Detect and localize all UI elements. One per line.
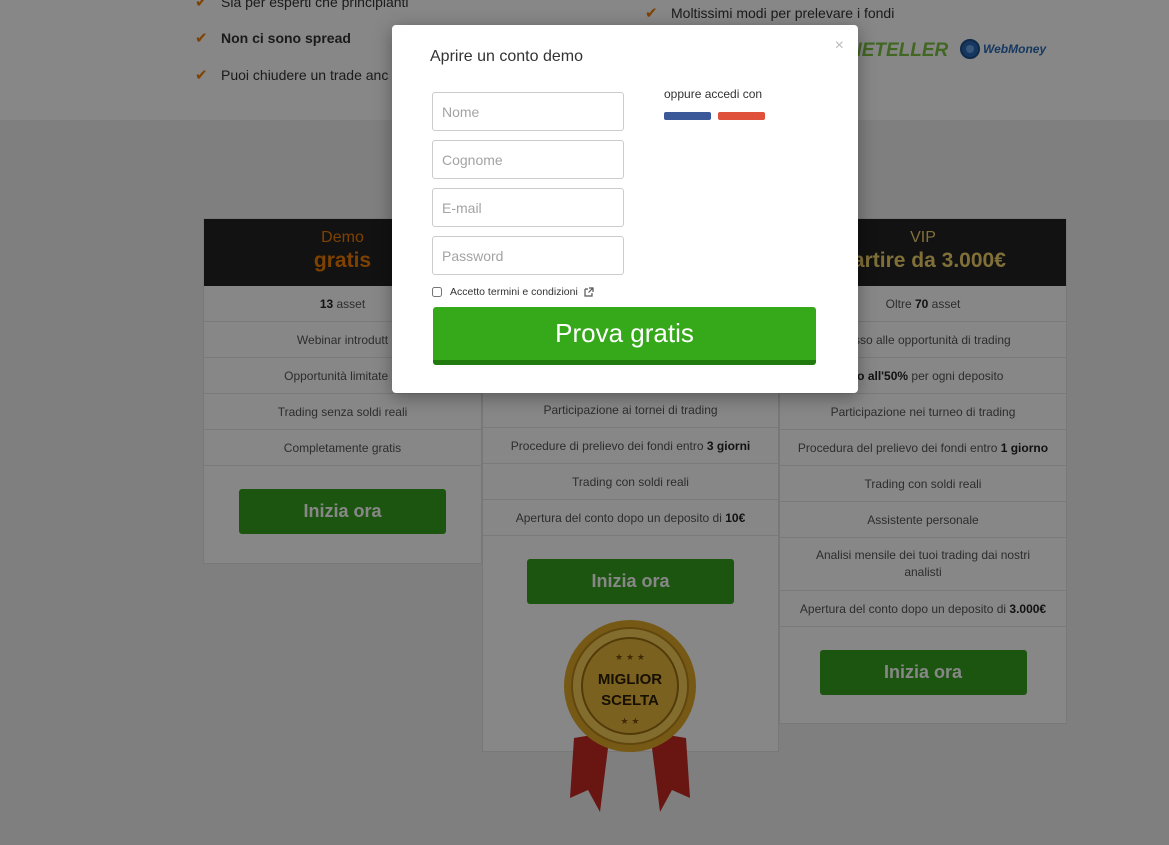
terms-label: Accetto termini e condizioni: [450, 286, 578, 298]
first-name-input[interactable]: [432, 92, 624, 131]
social-login-label: oppure accedi con: [664, 87, 763, 101]
facebook-login-button[interactable]: [664, 112, 711, 120]
terms-checkbox[interactable]: [432, 287, 442, 297]
google-login-button[interactable]: [718, 112, 765, 120]
terms-row: Accetto termini e condizioni: [432, 286, 594, 298]
password-input[interactable]: [432, 236, 624, 275]
try-free-button[interactable]: Prova gratis: [433, 307, 816, 365]
external-link-icon[interactable]: [584, 287, 594, 297]
last-name-input[interactable]: [432, 140, 624, 179]
demo-account-modal: Aprire un conto demo × oppure accedi con…: [392, 25, 858, 393]
modal-title: Aprire un conto demo: [430, 48, 583, 65]
email-input[interactable]: [432, 188, 624, 227]
close-icon[interactable]: ×: [835, 37, 844, 55]
